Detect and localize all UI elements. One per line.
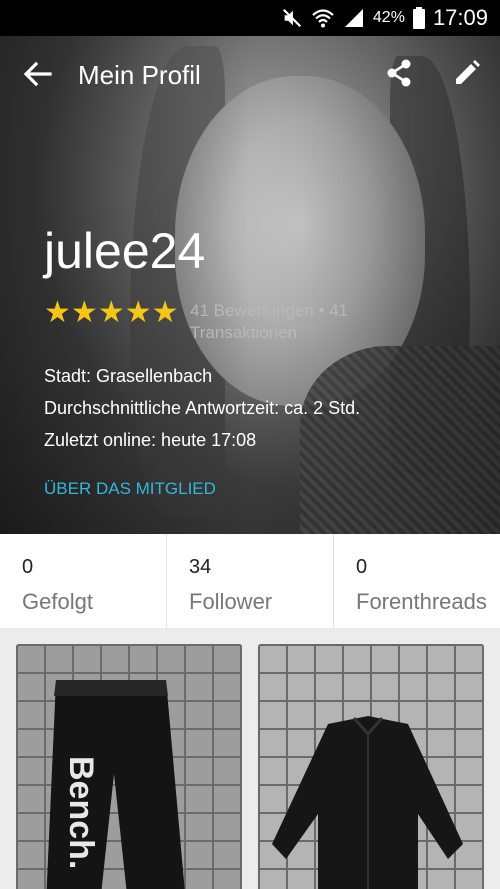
- stat-followers[interactable]: 34 Follower: [166, 534, 333, 628]
- listings-grid: Bench.: [0, 628, 500, 889]
- jacket-image: [272, 716, 463, 889]
- stat-following[interactable]: 0 Gefolgt: [0, 534, 166, 628]
- edit-pencil-icon[interactable]: [452, 58, 482, 88]
- wifi-icon: [312, 9, 334, 28]
- about-member-link[interactable]: ÜBER DAS MITGLIED: [44, 479, 216, 499]
- last-online: Zuletzt online: heute 17:08: [44, 430, 257, 450]
- response-time-label: Durchschnittliche Antwortzeit:: [44, 398, 280, 418]
- response-time-value: ca. 2 Std.: [284, 398, 361, 418]
- username: julee24: [44, 223, 206, 279]
- star-rating: ★ ★ ★ ★ ★: [44, 298, 179, 328]
- city-row: Stadt: Grasellenbach: [44, 366, 212, 387]
- star-icon: ★: [124, 296, 152, 329]
- stat-value: 0: [22, 556, 34, 578]
- battery-icon: [412, 7, 425, 29]
- clock: 17:09: [432, 5, 488, 30]
- city-label: Stadt:: [44, 366, 92, 386]
- stats-bar: 0 Gefolgt 34 Follower 0 Forenthreads: [0, 534, 500, 628]
- star-icon: ★: [44, 296, 71, 329]
- share-icon[interactable]: [384, 58, 414, 88]
- star-icon: ★: [97, 296, 125, 329]
- status-icons: 42% 17:09: [281, 0, 488, 36]
- stat-label: Gefolgt: [22, 589, 93, 614]
- status-bar: 42% 17:09: [0, 0, 500, 36]
- stat-value: 34: [189, 556, 212, 578]
- app-bar: Mein Profil: [0, 36, 500, 112]
- star-icon: ★: [70, 296, 98, 329]
- listing-card[interactable]: [258, 644, 484, 889]
- response-time-row: Durchschnittliche Antwortzeit: ca. 2 Std…: [44, 398, 360, 419]
- stat-value: 0: [356, 556, 368, 578]
- brand-print: Bench.: [62, 756, 100, 870]
- mute-icon: [282, 8, 301, 28]
- stat-label: Forenthreads: [356, 589, 487, 614]
- stat-forum-threads[interactable]: 0 Forenthreads: [333, 534, 500, 628]
- ratings-summary: 41 Bewertungen • 41 Transaktionen: [190, 301, 349, 342]
- star-icon: ★: [151, 296, 179, 329]
- page-title: Mein Profil: [78, 60, 201, 90]
- battery-percent: 42%: [372, 9, 405, 26]
- back-arrow-icon[interactable]: [20, 58, 56, 90]
- city-value: Grasellenbach: [96, 366, 213, 386]
- stat-label: Follower: [189, 589, 273, 614]
- signal-icon: [344, 9, 363, 27]
- listing-card[interactable]: Bench.: [16, 644, 242, 889]
- pants-image: [46, 680, 185, 889]
